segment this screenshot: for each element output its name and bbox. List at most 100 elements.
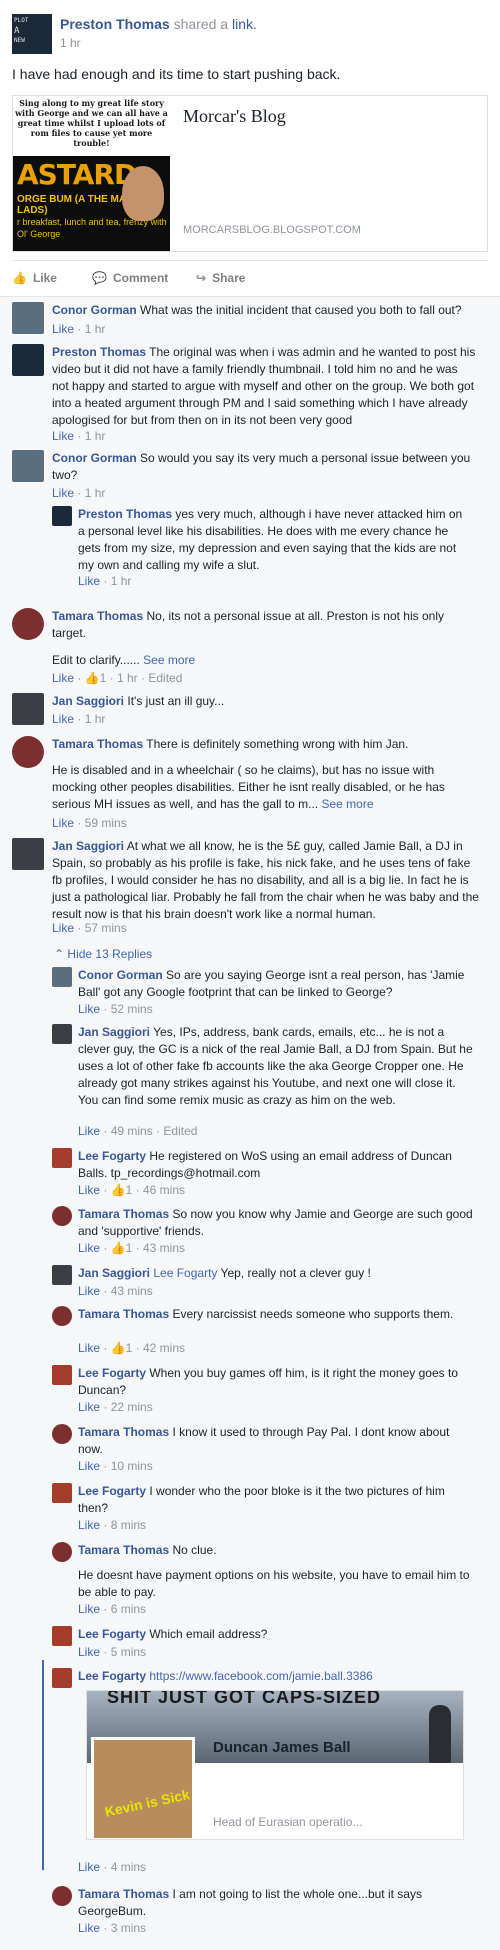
comment-button[interactable]: 💬 Comment — [92, 271, 168, 285]
reply-author[interactable]: Conor Gorman — [78, 968, 163, 982]
like-reaction-icon[interactable]: 👍 — [111, 1341, 126, 1355]
replier-avatar[interactable] — [52, 1024, 72, 1044]
replier-avatar[interactable] — [52, 1886, 72, 1906]
comment-author[interactable]: Tamara Thomas — [52, 609, 143, 623]
reply-time[interactable]: 3 mins — [111, 1921, 146, 1935]
replier-avatar[interactable] — [52, 1483, 72, 1503]
reply-like-button[interactable]: Like — [78, 574, 100, 588]
comment-time[interactable]: 57 mins — [85, 921, 127, 935]
comment-like-button[interactable]: Like — [52, 486, 74, 500]
like-reaction-icon[interactable]: 👍 — [111, 1241, 126, 1255]
see-more-link[interactable]: See more — [143, 653, 195, 667]
reply-author[interactable]: Jan Saggiori — [78, 1025, 150, 1039]
reply-author[interactable]: Tamara Thomas — [78, 1887, 169, 1901]
replier-avatar[interactable] — [52, 1542, 72, 1562]
like-reaction-icon[interactable]: 👍 — [111, 1183, 126, 1197]
comment-time[interactable]: 1 hr — [85, 486, 106, 500]
reply-time[interactable]: 22 mins — [111, 1400, 153, 1414]
reply-author[interactable]: Lee Fogarty — [78, 1366, 146, 1380]
shared-link[interactable]: link. — [232, 16, 257, 32]
reaction-count[interactable]: 1 — [126, 1183, 133, 1197]
reply-time[interactable]: 52 mins — [111, 1002, 153, 1016]
commenter-avatar[interactable] — [12, 344, 44, 376]
edited-label[interactable]: Edited — [148, 671, 182, 685]
post-time[interactable]: 1 hr — [60, 36, 81, 50]
reply-like-button[interactable]: Like — [78, 1183, 100, 1197]
like-button[interactable]: 👍 Like — [12, 271, 57, 285]
comment-time[interactable]: 1 hr — [117, 671, 138, 685]
reaction-count[interactable]: 1 — [126, 1341, 133, 1355]
reply-url-link[interactable]: https://www.facebook.com/jamie.ball.3386 — [149, 1669, 372, 1683]
reply-like-button[interactable]: Like — [78, 1002, 100, 1016]
reaction-count[interactable]: 1 — [100, 671, 107, 685]
reply-author[interactable]: Tamara Thomas — [78, 1425, 169, 1439]
comment-like-button[interactable]: Like — [52, 671, 74, 685]
reply-like-button[interactable]: Like — [78, 1645, 100, 1659]
reply-time[interactable]: 1 hr — [111, 574, 132, 588]
reply-like-button[interactable]: Like — [78, 1284, 100, 1298]
comment-like-button[interactable]: Like — [52, 921, 74, 935]
comment-like-button[interactable]: Like — [52, 429, 74, 443]
commenter-avatar[interactable] — [12, 693, 44, 725]
comment-author[interactable]: Jan Saggiori — [52, 694, 124, 708]
comment-author[interactable]: Preston Thomas — [52, 345, 146, 359]
replier-avatar[interactable] — [52, 1668, 72, 1688]
edited-label[interactable]: Edited — [163, 1124, 197, 1138]
commenter-avatar[interactable] — [12, 736, 44, 768]
link-title[interactable]: Morcar's Blog — [183, 106, 286, 127]
mention-link[interactable]: Lee Fogarty — [153, 1266, 217, 1280]
reply-author[interactable]: Lee Fogarty — [78, 1484, 146, 1498]
commenter-avatar[interactable] — [12, 302, 44, 334]
reply-time[interactable]: 5 mins — [111, 1645, 146, 1659]
reply-time[interactable]: 43 mins — [143, 1241, 185, 1255]
reply-like-button[interactable]: Like — [78, 1921, 100, 1935]
comment-time[interactable]: 1 hr — [85, 712, 106, 726]
reply-time[interactable]: 4 mins — [111, 1860, 146, 1874]
replier-avatar[interactable] — [52, 1626, 72, 1646]
replier-avatar[interactable] — [52, 967, 72, 987]
reply-time[interactable]: 8 mins — [111, 1518, 146, 1532]
reply-like-button[interactable]: Like — [78, 1518, 100, 1532]
comment-author[interactable]: Tamara Thomas — [52, 737, 143, 751]
comment-author[interactable]: Conor Gorman — [52, 303, 137, 317]
reply-author[interactable]: Preston Thomas — [78, 507, 172, 521]
comment-author[interactable]: Jan Saggiori — [52, 839, 124, 853]
reply-like-button[interactable]: Like — [78, 1459, 100, 1473]
reply-time[interactable]: 49 mins — [111, 1124, 153, 1138]
reply-author[interactable]: Lee Fogarty — [78, 1627, 146, 1641]
commenter-avatar[interactable] — [12, 838, 44, 870]
post-author-name[interactable]: Preston Thomas — [60, 16, 170, 32]
comment-like-button[interactable]: Like — [52, 712, 74, 726]
reply-like-button[interactable]: Like — [78, 1241, 100, 1255]
reply-author[interactable]: Lee Fogarty — [78, 1669, 146, 1683]
comment-time[interactable]: 1 hr — [85, 322, 106, 336]
comment-author[interactable]: Conor Gorman — [52, 451, 137, 465]
reaction-count[interactable]: 1 — [126, 1241, 133, 1255]
replier-avatar[interactable] — [52, 506, 72, 526]
share-button[interactable]: ↪ Share — [196, 271, 245, 285]
reply-like-button[interactable]: Like — [78, 1124, 100, 1138]
reply-author[interactable]: Tamara Thomas — [78, 1307, 169, 1321]
reply-time[interactable]: 46 mins — [143, 1183, 185, 1197]
profile-name[interactable]: Duncan James Ball — [213, 1739, 351, 1756]
like-reaction-icon[interactable]: 👍 — [85, 671, 100, 685]
reply-author[interactable]: Jan Saggiori — [78, 1266, 150, 1280]
reply-like-button[interactable]: Like — [78, 1860, 100, 1874]
replier-avatar[interactable] — [52, 1265, 72, 1285]
replier-avatar[interactable] — [52, 1424, 72, 1444]
reply-author[interactable]: Lee Fogarty — [78, 1149, 146, 1163]
link-preview-card[interactable]: Sing along to my great life story with G… — [12, 95, 488, 252]
reply-author[interactable]: Tamara Thomas — [78, 1543, 169, 1557]
replier-avatar[interactable] — [52, 1365, 72, 1385]
comment-like-button[interactable]: Like — [52, 322, 74, 336]
reply-like-button[interactable]: Like — [78, 1341, 100, 1355]
reply-time[interactable]: 6 mins — [111, 1602, 146, 1616]
link-preview-card[interactable]: SHIT JUST GOT CAPS-SIZED Kevin is Sick D… — [86, 1690, 464, 1840]
author-avatar[interactable]: PLOT A NEW — [12, 14, 52, 54]
profile-picture[interactable]: Kevin is Sick — [91, 1737, 195, 1839]
reply-time[interactable]: 43 mins — [111, 1284, 153, 1298]
commenter-avatar[interactable] — [12, 608, 44, 640]
hide-replies-link[interactable]: ⌃ Hide 13 Replies — [54, 947, 152, 961]
replier-avatar[interactable] — [52, 1306, 72, 1326]
commenter-avatar[interactable] — [12, 450, 44, 482]
